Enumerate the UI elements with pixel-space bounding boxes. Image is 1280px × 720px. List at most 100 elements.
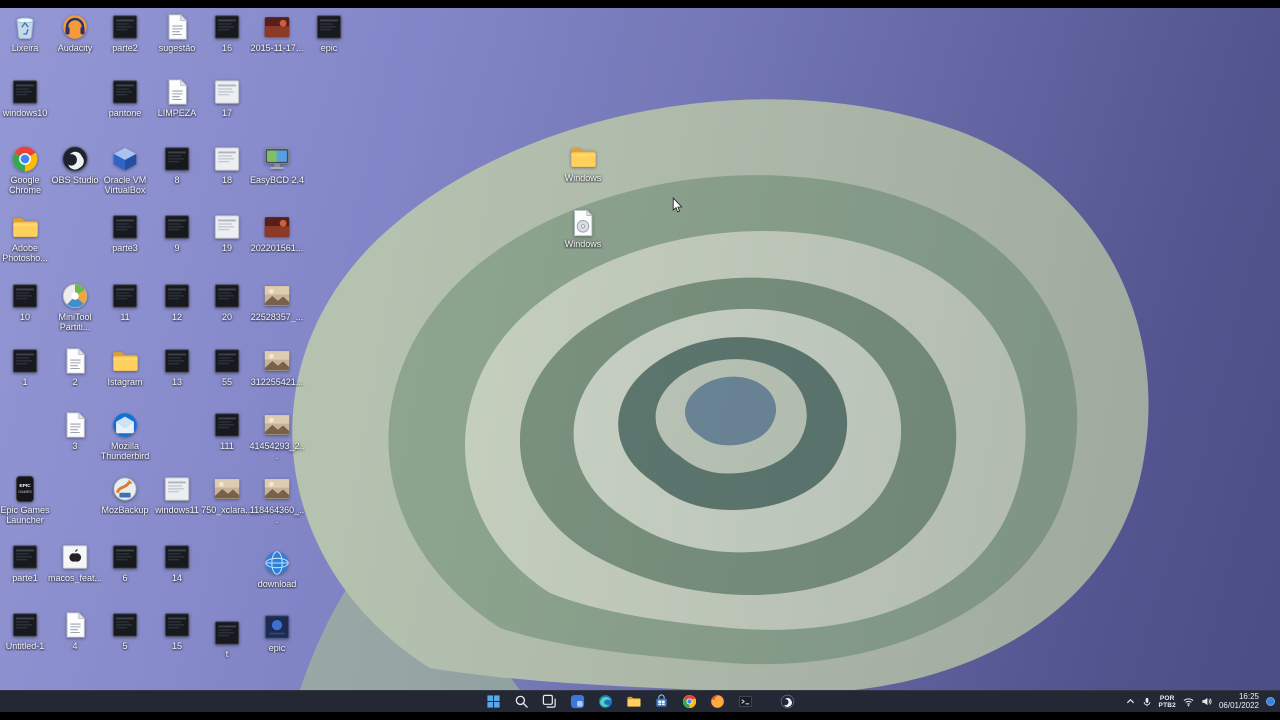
desktop-icon-sugest-o[interactable]: sugestão (149, 12, 205, 53)
desktop-icon-parte3[interactable]: parte3 (97, 212, 153, 253)
desktop-icon-google-chrome[interactable]: Google Chrome (0, 144, 53, 195)
notification-badge[interactable] (1266, 697, 1275, 706)
language-indicator[interactable]: POR PTB2 (1159, 695, 1176, 709)
desktop-icon-13[interactable]: 13 (149, 346, 205, 387)
desktop-icon-8[interactable]: 8 (149, 144, 205, 185)
svg-text:GAMES: GAMES (18, 490, 32, 494)
desktop-icon-epic-games-launcher[interactable]: EPIC GAMES Epic Games Launcher (0, 474, 53, 525)
store-icon (654, 694, 669, 709)
desktop-icon-epic[interactable]: epic (301, 12, 357, 53)
doc-white-icon (162, 12, 192, 42)
desktop-icon-pantone[interactable]: pantone (97, 77, 153, 118)
taskbar-obs-button[interactable] (779, 694, 795, 710)
screen: Lixeira Audacity parte2 sugestão 16 2015-11-1… (0, 0, 1280, 720)
desktop-icon-untitled-1[interactable]: Untitled-1 (0, 610, 53, 651)
network-icon[interactable] (1183, 696, 1194, 707)
desktop-icon-label: Oracle VM VirtualBox (103, 175, 147, 195)
desktop-icon-minitool-partiti[interactable]: MiniTool Partiti... (47, 281, 103, 332)
desktop-icon-11[interactable]: 11 (97, 281, 153, 322)
desktop-icon-parte2[interactable]: parte2 (97, 12, 153, 53)
desktop-icon-epic[interactable]: epic (249, 612, 305, 653)
desktop-icon-windows11[interactable]: windows11 (149, 474, 205, 515)
desktop-icon-lixeira[interactable]: Lixeira (0, 12, 53, 53)
taskbar-search-button[interactable] (513, 694, 529, 710)
desktop-icon-obs-studio[interactable]: OBS Studio (47, 144, 103, 185)
desktop-icon-label: windows11 (155, 505, 199, 515)
desktop-icon-6[interactable]: 6 (97, 542, 153, 583)
desktop-icon-12[interactable]: 12 (149, 281, 205, 322)
thumb-dark-icon (110, 77, 140, 107)
desktop-icon-118464360[interactable]: 118464360_... (249, 474, 305, 525)
desktop-icon-10[interactable]: 10 (0, 281, 53, 322)
desktop-icon-istagram[interactable]: Istagram (97, 346, 153, 387)
desktop-icon-easybcd-2-4[interactable]: EasyBCD 2.4 (249, 144, 305, 185)
taskbar-start-button[interactable] (485, 694, 501, 710)
desktop[interactable]: Lixeira Audacity parte2 sugestão 16 2015-11-1… (0, 8, 1280, 690)
language-line2: PTB2 (1158, 701, 1176, 709)
desktop-icon-111[interactable]: 111 (199, 410, 255, 451)
desktop-icon-3[interactable]: 3 (47, 410, 103, 451)
desktop-icon-4[interactable]: 4 (47, 610, 103, 651)
desktop-icon-t[interactable]: t (199, 618, 255, 659)
desktop-icon-17[interactable]: 17 (199, 77, 255, 118)
taskbar-firefox-button[interactable] (709, 694, 725, 710)
desktop-icon-label: Epic Games Launcher (0, 505, 50, 525)
taskbar-terminal-button[interactable] (737, 694, 753, 710)
easybcd-icon (262, 144, 292, 174)
taskbar-file-explorer-button[interactable] (625, 694, 641, 710)
desktop-icon-label: 19 (221, 243, 232, 253)
desktop-icon-download[interactable]: download (249, 548, 305, 589)
desktop-icon-750-xclara[interactable]: 750_xclara... (199, 474, 255, 515)
desktop-icon-14[interactable]: 14 (149, 542, 205, 583)
desktop-icon-5[interactable]: 5 (97, 610, 153, 651)
taskbar-chrome-button[interactable] (681, 694, 697, 710)
desktop-icon-55[interactable]: 55 (199, 346, 255, 387)
desktop-icon-mozilla-thunderbird[interactable]: Mozilla Thunderbird (97, 410, 153, 461)
taskbar-task-view-button[interactable] (541, 694, 557, 710)
desktop-icon-macos-feat[interactable]: macos_feat... (47, 542, 103, 583)
desktop-icon-label: parte2 (112, 43, 138, 53)
desktop-icon-22528357[interactable]: 22528357_... (249, 281, 305, 322)
desktop-icon-audacity[interactable]: Audacity (47, 12, 103, 53)
desktop-icon-18[interactable]: 18 (199, 144, 255, 185)
desktop-icon-41454293-2[interactable]: 41454293_2... (249, 410, 305, 461)
desktop-icon-label: EasyBCD 2.4 (249, 175, 305, 185)
taskbar-edge-button[interactable] (597, 694, 613, 710)
desktop-icon-limpeza[interactable]: LIMPEZA (149, 77, 205, 118)
desktop-icon-adobe-photosho[interactable]: Adobe Photosho... (0, 212, 53, 263)
desktop-icon-15[interactable]: 15 (149, 610, 205, 651)
doc-white-icon (60, 410, 90, 440)
desktop-icon-19[interactable]: 19 (199, 212, 255, 253)
desktop-icon-windows[interactable]: Windows (555, 208, 611, 249)
clock[interactable]: 16:25 06/01/2022 (1219, 692, 1259, 710)
desktop-icon-16[interactable]: 16 (199, 12, 255, 53)
desktop-icon-windows10[interactable]: windows10 (0, 77, 53, 118)
desktop-icon-1[interactable]: 1 (0, 346, 53, 387)
microphone-icon[interactable] (1142, 697, 1152, 707)
desktop-icon-label: Google Chrome (8, 175, 41, 195)
taskbar-widgets-button[interactable] (569, 694, 585, 710)
desktop-icon-202201561[interactable]: 202201561... (249, 212, 305, 253)
thunderbird-icon (110, 410, 140, 440)
thumb-red-icon (262, 212, 292, 242)
desktop-icon-windows[interactable]: Windows (555, 142, 611, 183)
desktop-icon-2[interactable]: 2 (47, 346, 103, 387)
desktop-icon-312255421[interactable]: 312255421... (249, 346, 305, 387)
desktop-icon-9[interactable]: 9 (149, 212, 205, 253)
thumb-dark-icon (212, 12, 242, 42)
desktop-icon-label: 17 (221, 108, 232, 118)
search-icon (514, 694, 529, 709)
desktop-icon-oracle-vm-virtualbox[interactable]: Oracle VM VirtualBox (97, 144, 153, 195)
volume-icon[interactable] (1201, 696, 1212, 707)
taskbar-store-button[interactable] (653, 694, 669, 710)
thumb-light-icon (212, 77, 242, 107)
terminal-icon (738, 694, 753, 709)
desktop-icon-2015-11-17[interactable]: 2015-11-17... (249, 12, 305, 53)
desktop-icon-label: MiniTool Partiti... (58, 312, 92, 332)
thumb-light-icon (212, 212, 242, 242)
desktop-icon-mozbackup[interactable]: MozBackup (97, 474, 153, 515)
hidden-icons-chevron[interactable] (1126, 697, 1135, 706)
desktop-icon-20[interactable]: 20 (199, 281, 255, 322)
taskbar-center (485, 691, 795, 712)
desktop-icon-parte1[interactable]: parte1 (0, 542, 53, 583)
